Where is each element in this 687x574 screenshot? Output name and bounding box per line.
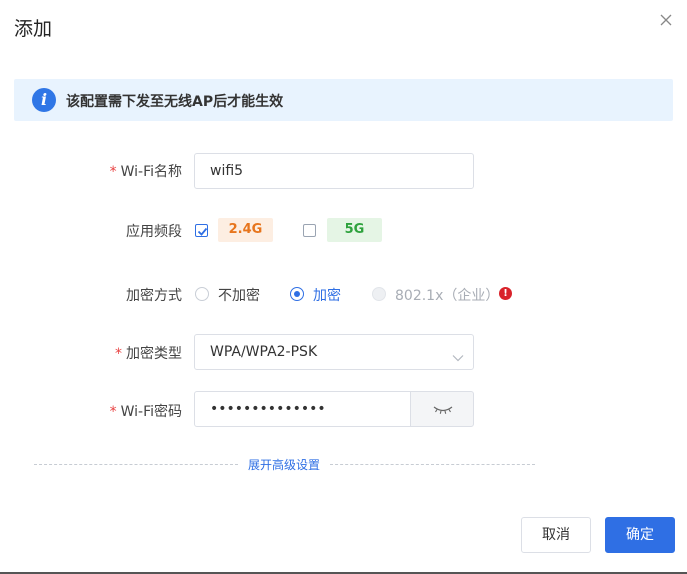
expand-advanced-link[interactable]: 展开高级设置 <box>248 456 320 473</box>
radio-8021x-label: 802.1x（企业） <box>395 288 500 304</box>
wifi-name-label-text: Wi-Fi名称 <box>120 164 182 180</box>
radio-encryption[interactable] <box>290 287 304 301</box>
wifi-name-label: * Wi-Fi名称 <box>0 161 182 181</box>
radio-8021x <box>372 287 386 301</box>
info-icon: i <box>32 88 56 112</box>
required-mark: * <box>115 346 122 362</box>
radio-no-encryption-label: 不加密 <box>218 288 260 304</box>
required-mark: * <box>109 164 117 180</box>
password-input[interactable]: •••••••••••••• <box>194 391 411 427</box>
band-5g-checkbox[interactable] <box>303 224 316 237</box>
encryption-type-label: * 加密类型 <box>0 343 182 363</box>
divider-left <box>34 464 238 465</box>
eye-closed-icon <box>433 406 453 414</box>
toggle-password-visibility-button[interactable] <box>410 391 474 427</box>
band-24g-checkbox[interactable] <box>195 224 208 237</box>
info-notice: i 该配置需下发至无线AP后才能生效 <box>14 79 673 121</box>
confirm-button[interactable]: 确定 <box>605 517 675 553</box>
band-5g-tag: 5G <box>327 218 382 242</box>
chevron-down-icon <box>452 347 464 366</box>
band-label: 应用频段 <box>126 224 182 240</box>
radio-no-encryption[interactable] <box>195 287 209 301</box>
add-wifi-dialog: 添加 i 该配置需下发至无线AP后才能生效 * Wi-Fi名称 wifi5 应用频… <box>0 0 687 574</box>
divider-right <box>330 464 535 465</box>
encryption-type-label-text: 加密类型 <box>126 346 182 362</box>
password-label: * Wi-Fi密码 <box>0 401 182 421</box>
close-icon[interactable] <box>658 12 674 28</box>
password-label-text: Wi-Fi密码 <box>120 404 182 420</box>
cancel-button[interactable]: 取消 <box>521 517 591 553</box>
wifi-name-input[interactable]: wifi5 <box>194 153 474 189</box>
radio-encryption-label: 加密 <box>313 288 341 304</box>
dialog-title: 添加 <box>14 18 53 40</box>
encryption-mode-label: 加密方式 <box>126 288 182 304</box>
band-24g-tag: 2.4G <box>218 218 273 242</box>
notice-text: 该配置需下发至无线AP后才能生效 <box>66 94 284 110</box>
encryption-type-select[interactable]: WPA/WPA2-PSK <box>194 334 474 370</box>
exclamation-icon[interactable]: ! <box>499 287 512 300</box>
required-mark: * <box>109 404 117 420</box>
